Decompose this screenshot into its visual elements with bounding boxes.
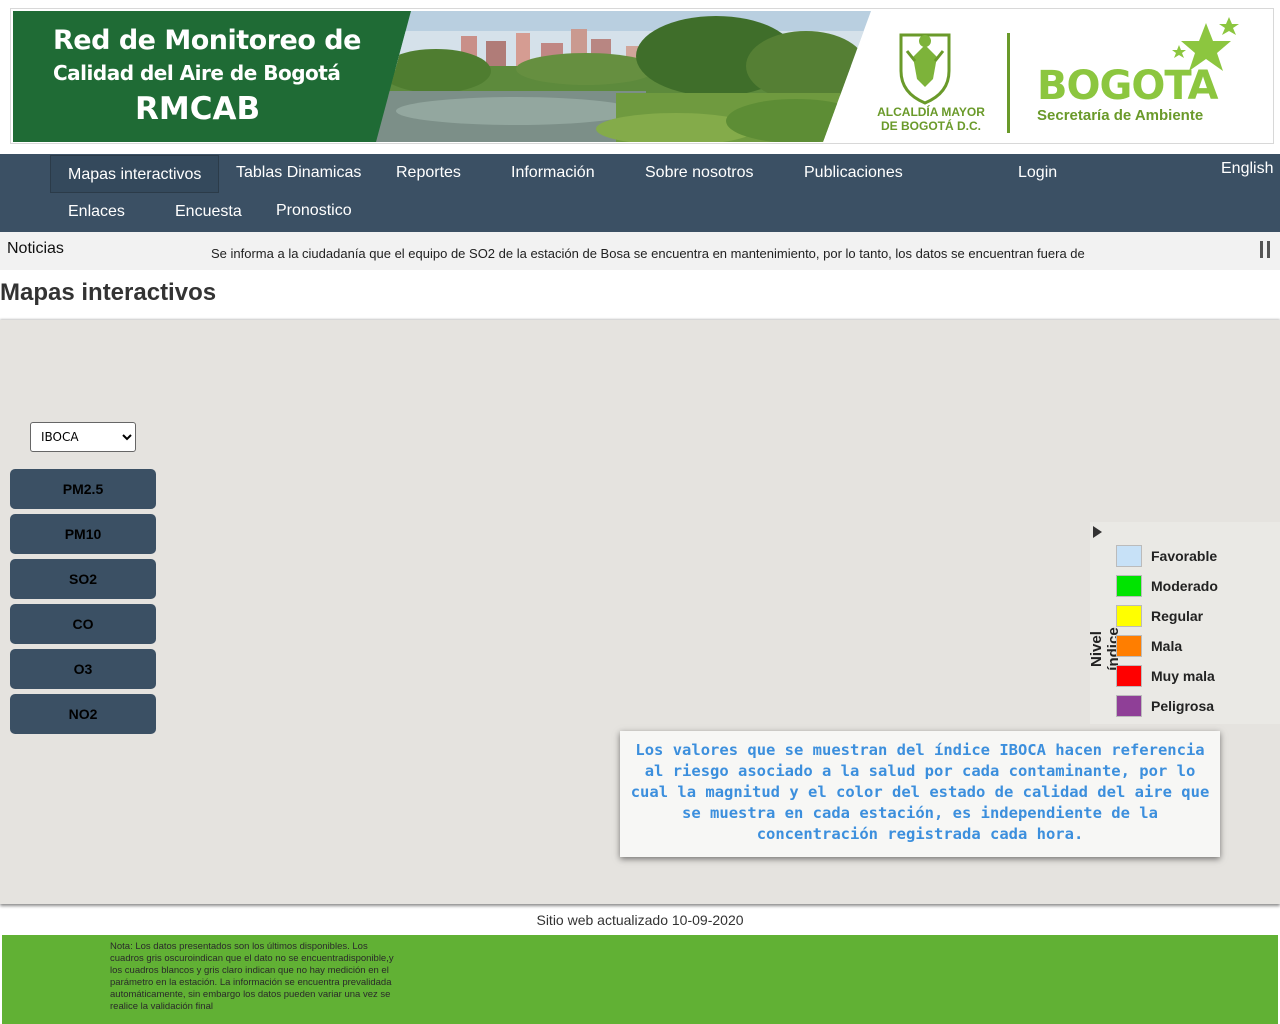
- alcaldia-line2: DE BOGOTÁ D.C.: [880, 119, 981, 133]
- nav-sobre-nosotros[interactable]: Sobre nosotros: [645, 154, 754, 192]
- header-banner: Red de Monitoreo de Calidad del Aire de …: [10, 8, 1274, 144]
- interactive-map[interactable]: IBOCA PM2.5 PM10 SO2 CO O3 NO2 Nivel índ…: [0, 320, 1280, 904]
- so2-button[interactable]: SO2: [10, 559, 156, 599]
- banner-title-line1: Red de Monitoreo de: [53, 25, 361, 56]
- iboca-legend: Nivel índice Favorable Moderado Regular …: [1088, 522, 1280, 724]
- legend-swatch: [1116, 695, 1142, 717]
- logo-divider: [1007, 33, 1010, 133]
- secretaria-label: Secretaría de Ambiente: [1037, 107, 1204, 124]
- legend-swatch: [1116, 605, 1142, 627]
- banner-title-panel: Red de Monitoreo de Calidad del Aire de …: [13, 11, 413, 142]
- bogota-wordmark: BOGOTA: [1037, 63, 1218, 109]
- legend-swatch: [1116, 575, 1142, 597]
- news-text[interactable]: Se informa a la ciudadanía que el equipo…: [211, 246, 1085, 261]
- footer-note: Nota: Los datos presentados son los últi…: [110, 941, 394, 1012]
- index-select[interactable]: IBOCA: [30, 422, 136, 452]
- nav-login[interactable]: Login: [1018, 154, 1057, 192]
- news-label: Noticias: [7, 240, 64, 257]
- nav-mapas-interactivos[interactable]: Mapas interactivos: [50, 155, 220, 193]
- language-english-link[interactable]: English: [1221, 150, 1273, 188]
- page-title: Mapas interactivos: [0, 279, 217, 306]
- pause-icon[interactable]: [1258, 241, 1272, 259]
- alcaldia-line1: ALCALDÍA MAYOR: [877, 105, 985, 119]
- nav-encuesta[interactable]: Encuesta: [175, 193, 242, 231]
- co-button[interactable]: CO: [10, 604, 156, 644]
- banner-title-line2: Calidad del Aire de Bogotá: [53, 61, 341, 85]
- footer: Nota: Los datos presentados son los últi…: [2, 935, 1278, 1024]
- legend-label: Muy mala: [1151, 668, 1215, 684]
- banner-photo: [376, 11, 871, 142]
- legend-toggle-icon[interactable]: [1093, 526, 1102, 538]
- alcaldia-label: ALCALDÍA MAYOR DE BOGOTÁ D.C.: [871, 105, 991, 133]
- o3-button[interactable]: O3: [10, 649, 156, 689]
- bogota-shield-logo: [899, 33, 951, 105]
- main-nav: Mapas interactivos Tablas Dinamicas Repo…: [0, 154, 1280, 232]
- nav-reportes[interactable]: Reportes: [396, 154, 461, 192]
- legend-swatch: [1116, 665, 1142, 687]
- nav-publicaciones[interactable]: Publicaciones: [804, 154, 903, 192]
- legend-label: Favorable: [1151, 548, 1218, 564]
- banner-title-line3: RMCAB: [135, 91, 261, 127]
- site-updated-label: Sitio web actualizado 10-09-2020: [536, 912, 744, 928]
- nav-enlaces[interactable]: Enlaces: [68, 193, 125, 231]
- legend-label: Moderado: [1151, 578, 1218, 594]
- nav-informacion[interactable]: Información: [511, 154, 595, 192]
- nav-pronostico[interactable]: Pronostico: [276, 192, 352, 230]
- nav-tablas-dinamicas[interactable]: Tablas Dinamicas: [236, 154, 361, 192]
- pm25-button[interactable]: PM2.5: [10, 469, 156, 509]
- legend-swatch: [1116, 545, 1142, 567]
- no2-button[interactable]: NO2: [10, 694, 156, 734]
- legend-label: Regular: [1151, 608, 1204, 624]
- news-ticker: Noticias Se informa a la ciudadanía que …: [0, 232, 1280, 270]
- legend-label: Peligrosa: [1151, 698, 1215, 714]
- legend-label: Mala: [1151, 638, 1183, 654]
- legend-swatch: [1116, 635, 1142, 657]
- pm10-button[interactable]: PM10: [10, 514, 156, 554]
- iboca-info-box: Los valores que se muestran del índice I…: [620, 731, 1220, 857]
- banner-logos: ALCALDÍA MAYOR DE BOGOTÁ D.C. BOGOTA Sec…: [871, 11, 1273, 142]
